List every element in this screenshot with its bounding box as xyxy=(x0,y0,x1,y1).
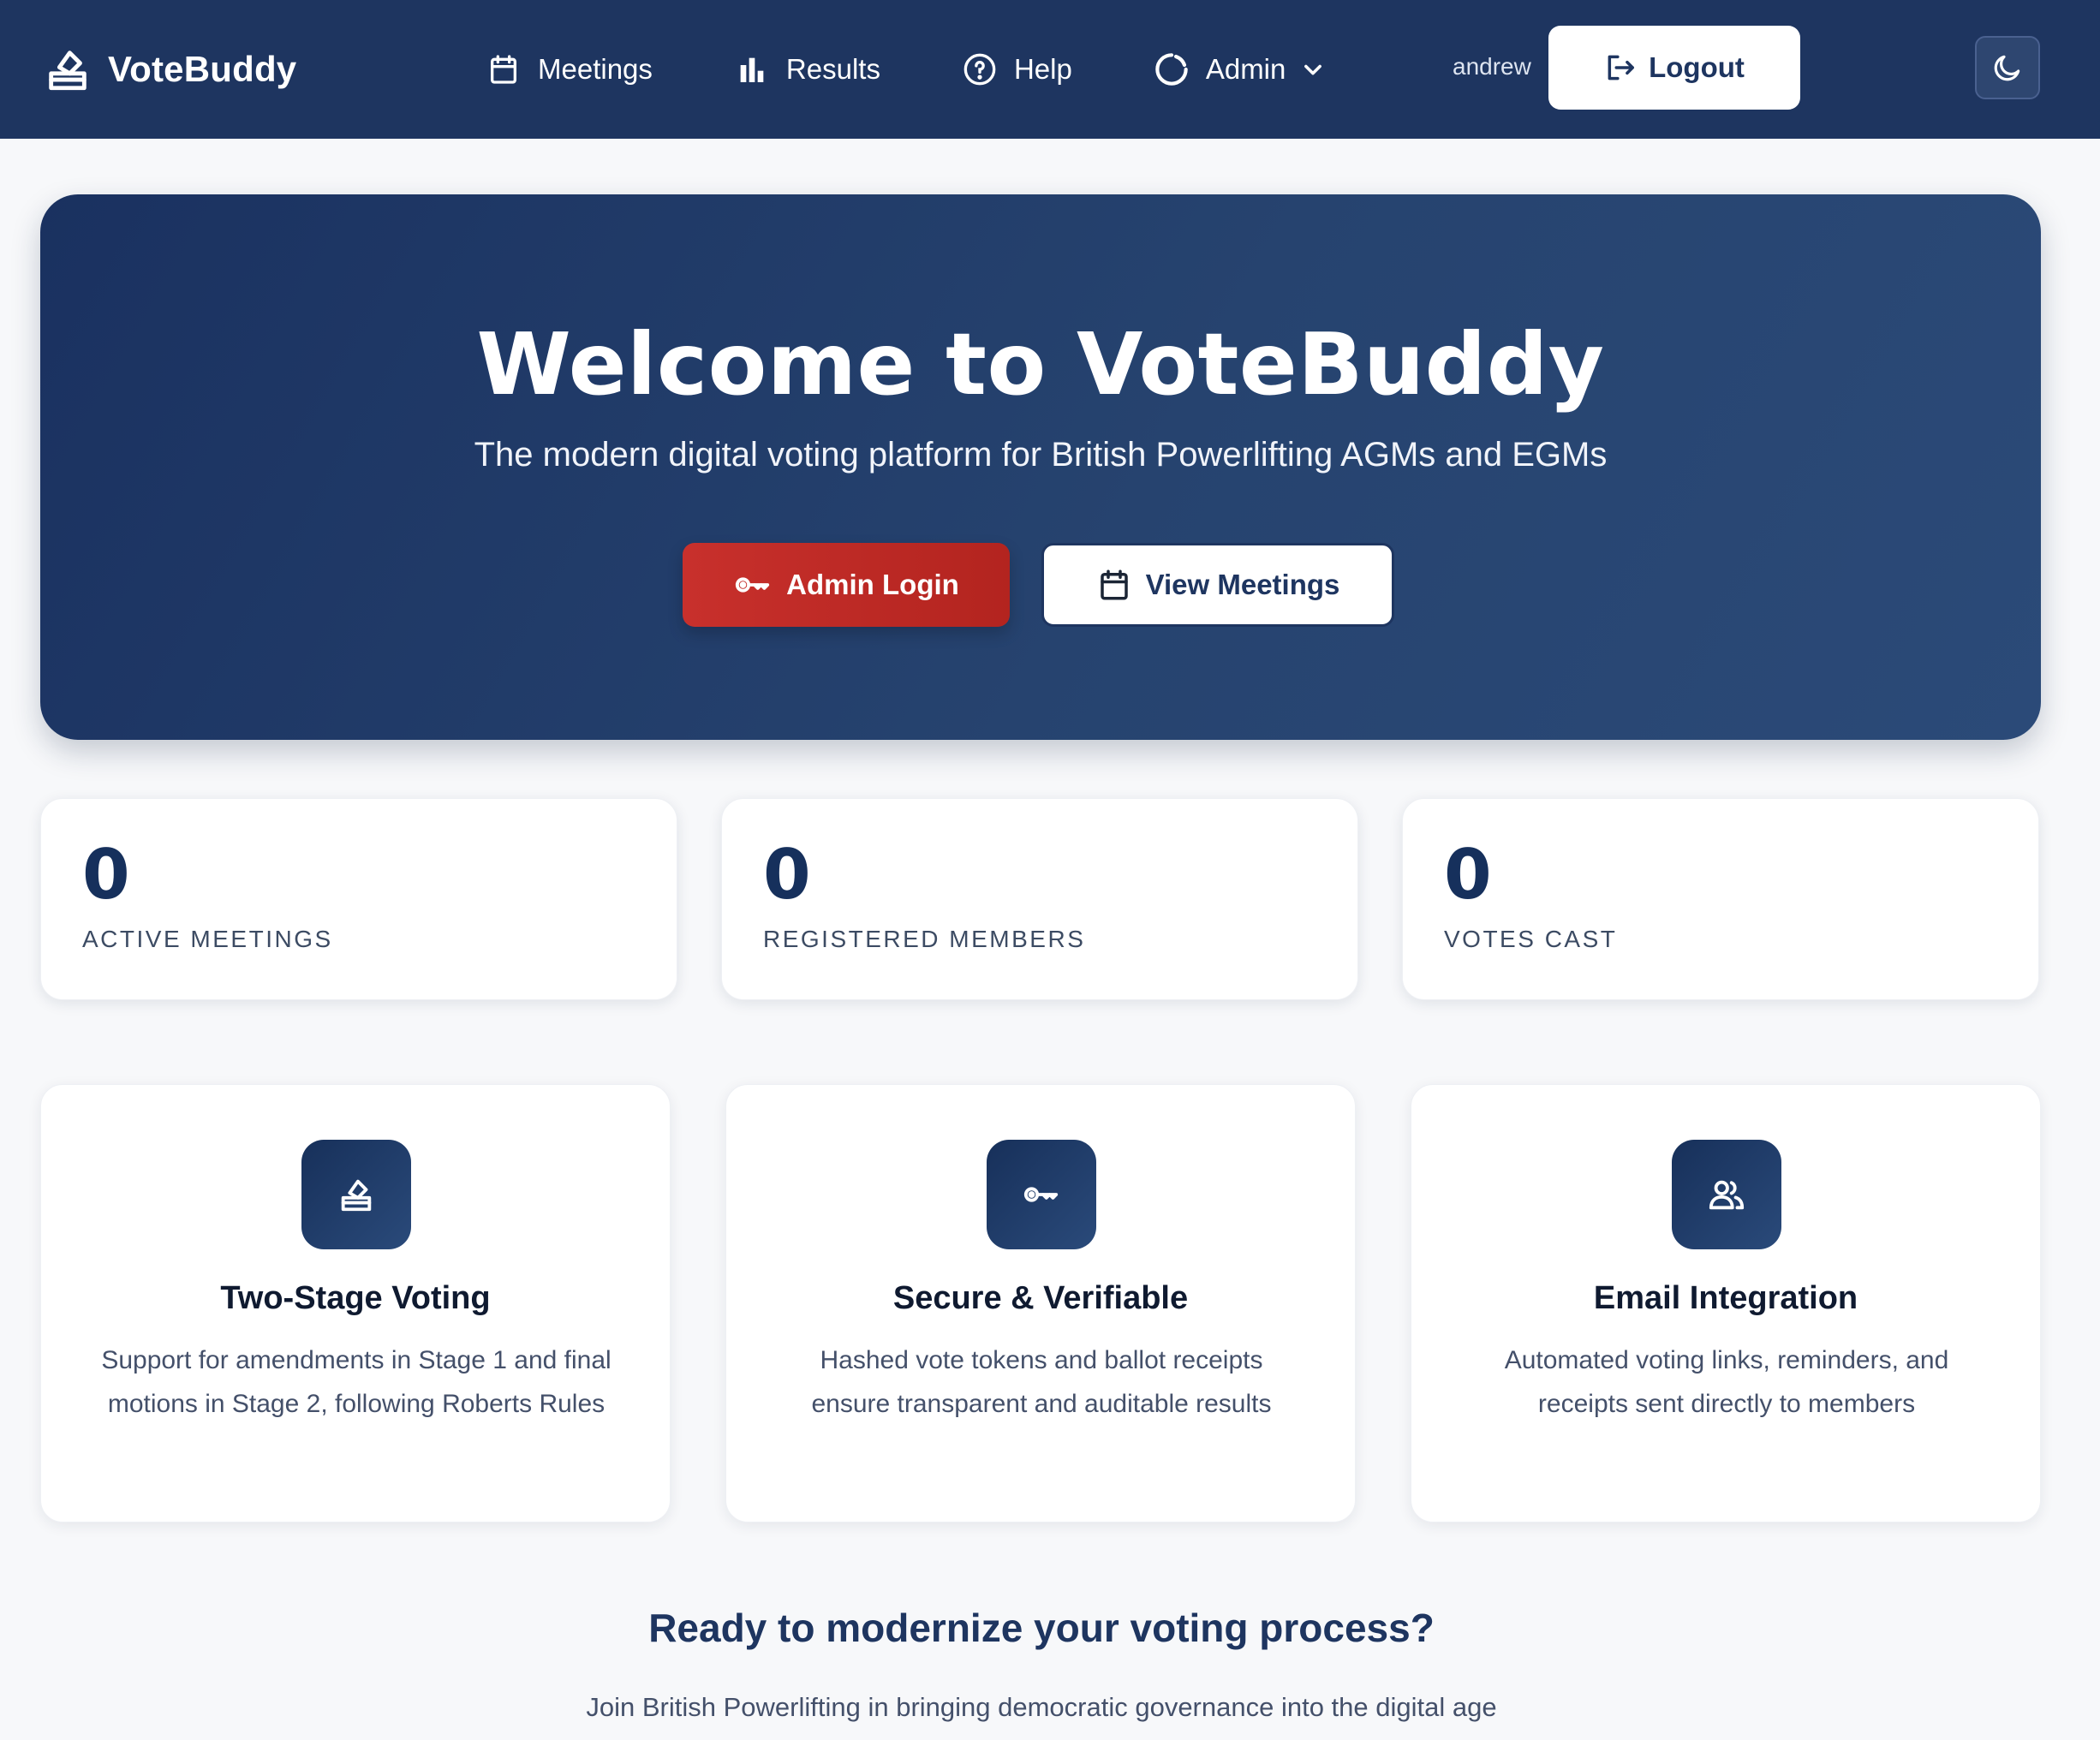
feature-icon-badge xyxy=(987,1140,1096,1249)
question-circle-icon xyxy=(963,53,996,86)
admin-login-button[interactable]: Admin Login xyxy=(683,543,1010,627)
key-icon xyxy=(736,577,770,593)
stat-label: ACTIVE MEETINGS xyxy=(82,926,333,952)
calendar-icon xyxy=(1100,569,1128,600)
nav-item-results[interactable]: Results xyxy=(735,52,880,86)
view-meetings-label: View Meetings xyxy=(1145,569,1340,600)
stat-card-registered-members: 0 REGISTERED MEMBERS xyxy=(721,798,1358,1000)
ballot-box-icon xyxy=(341,1179,372,1212)
cta-title: Ready to modernize your voting process? xyxy=(648,1606,1435,1650)
brand-name: VoteBuddy xyxy=(108,49,297,89)
chevron-down-icon xyxy=(1304,64,1322,75)
nav-item-label: Results xyxy=(785,53,880,85)
logout-button[interactable]: Logout xyxy=(1548,26,1800,110)
feature-description: Support for amendments in Stage 1 and fi… xyxy=(101,1346,612,1418)
ballot-box-icon xyxy=(49,51,87,91)
moon-icon xyxy=(1994,55,2020,81)
feature-card-two-stage-voting: Two-Stage Voting Support for amendments … xyxy=(40,1084,671,1522)
logout-icon xyxy=(1608,55,1635,80)
nav-item-label: Meetings xyxy=(538,53,653,85)
stat-value: 0 xyxy=(763,835,811,915)
calendar-icon xyxy=(491,55,516,84)
nav-item-help[interactable]: Help xyxy=(963,52,1072,86)
stat-value: 0 xyxy=(1444,835,1492,915)
feature-icon-badge xyxy=(1672,1140,1781,1249)
feature-description: Automated voting links, reminders, and r… xyxy=(1504,1346,1949,1418)
view-meetings-button[interactable]: View Meetings xyxy=(1041,543,1394,627)
navbar: VoteBuddy Meetings Results Help Admin an… xyxy=(0,0,2100,139)
feature-icon-badge xyxy=(301,1140,411,1249)
main-nav: Meetings Results Help Admin xyxy=(486,41,1325,98)
nav-item-admin-dropdown[interactable]: Admin xyxy=(1154,52,1326,86)
feature-description: Hashed vote tokens and ballot receipts e… xyxy=(811,1346,1272,1418)
stat-card-active-meetings: 0 ACTIVE MEETINGS xyxy=(40,798,677,1000)
nav-item-label: Help xyxy=(1013,53,1072,85)
feature-card-secure-verifiable: Secure & Verifiable Hashed vote tokens a… xyxy=(725,1084,1356,1522)
feature-title: Secure & Verifiable xyxy=(892,1280,1189,1316)
feature-card-email-integration: Email Integration Automated voting links… xyxy=(1411,1084,2041,1522)
admin-login-label: Admin Login xyxy=(786,569,959,600)
nav-item-label: Admin xyxy=(1205,53,1286,85)
spinner-icon xyxy=(1155,53,1188,86)
users-icon xyxy=(1709,1180,1745,1210)
feature-title: Email Integration xyxy=(1593,1280,1858,1316)
brand-logo-link[interactable]: VoteBuddy xyxy=(43,43,296,96)
stat-label: REGISTERED MEMBERS xyxy=(763,926,1086,952)
hero-subtitle: The modern digital voting platform for B… xyxy=(474,436,1608,474)
stat-label: VOTES CAST xyxy=(1444,926,1618,952)
current-username: andrew xyxy=(1453,53,1531,80)
hero-title: Welcome to VoteBuddy xyxy=(476,314,1605,414)
stat-value: 0 xyxy=(82,835,130,915)
stat-card-votes-cast: 0 VOTES CAST xyxy=(1402,798,2039,1000)
cta-subtitle: Join British Powerlifting in bringing de… xyxy=(586,1692,1497,1722)
feature-title: Two-Stage Voting xyxy=(220,1280,491,1316)
nav-item-meetings[interactable]: Meetings xyxy=(486,52,653,86)
theme-toggle-button[interactable] xyxy=(1975,36,2040,99)
logout-label: Logout xyxy=(1649,51,1745,83)
bar-chart-icon xyxy=(740,57,764,82)
hero-section: Welcome to VoteBuddy The modern digital … xyxy=(40,194,2041,740)
key-icon xyxy=(1023,1187,1059,1202)
